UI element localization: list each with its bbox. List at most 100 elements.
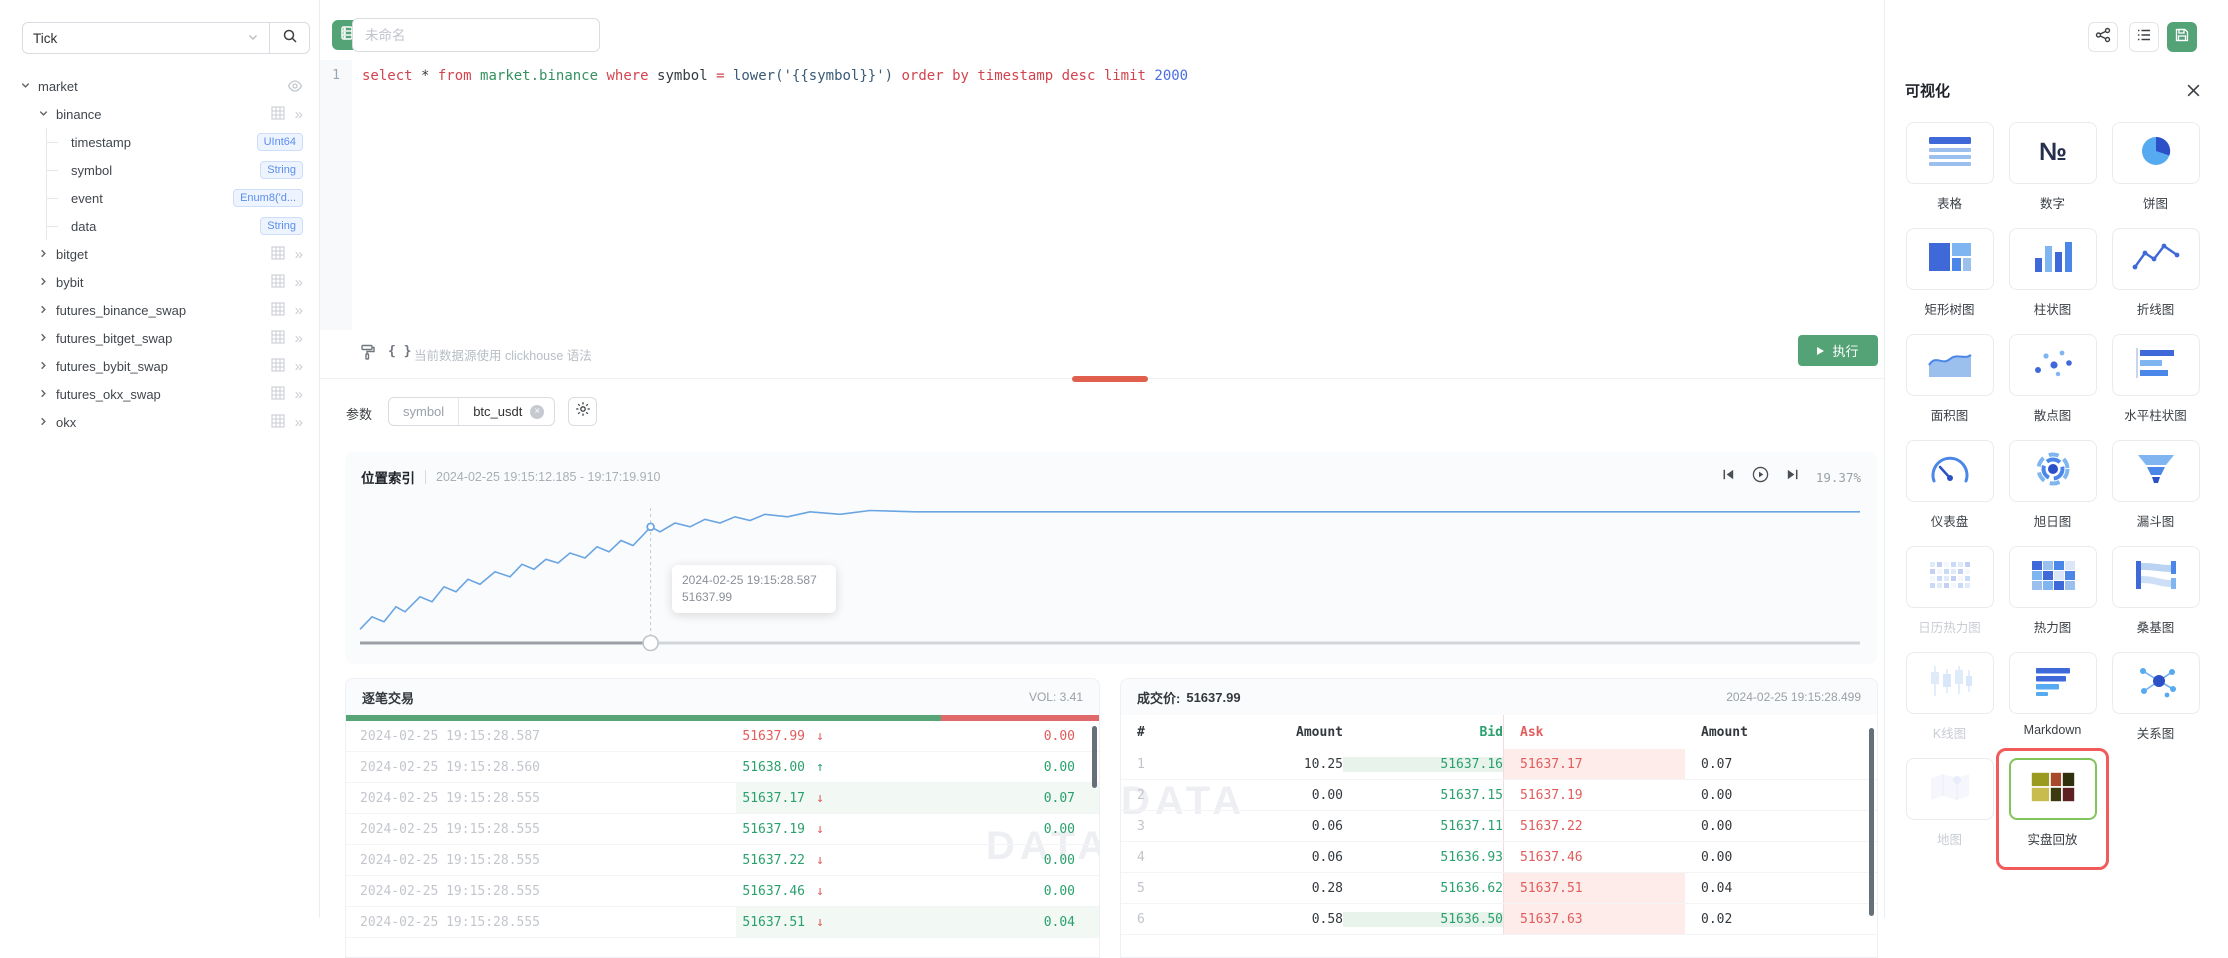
viz-card-funnel[interactable]	[2112, 440, 2200, 502]
clear-icon[interactable]: ×	[530, 405, 544, 419]
query-title-input[interactable]	[352, 18, 600, 52]
resize-handle[interactable]	[1072, 376, 1148, 382]
viz-card-sankey[interactable]	[2112, 546, 2200, 608]
trade-row[interactable]: 2024-02-25 19:15:28.55551637.17↓0.07	[346, 783, 1099, 814]
play-circle-icon[interactable]	[1752, 466, 1769, 488]
viz-item-hbar[interactable]: 水平柱状图	[2104, 330, 2207, 436]
trade-row[interactable]: 2024-02-25 19:15:28.55551637.22↓0.00	[346, 845, 1099, 876]
run-query-button[interactable]: 执行	[1798, 335, 1878, 366]
viz-item-bar[interactable]: 柱状图	[2001, 224, 2104, 330]
table-icon[interactable]	[271, 386, 285, 403]
viz-item-line[interactable]: 折线图	[2104, 224, 2207, 330]
viz-item-pie[interactable]: 饼图	[2104, 118, 2207, 224]
trade-row[interactable]: 2024-02-25 19:15:28.55551637.46↓0.00	[346, 876, 1099, 907]
sidebar-item-binance[interactable]: binance»	[0, 100, 319, 128]
sidebar-item-futures_okx_swap[interactable]: futures_okx_swap»	[0, 380, 319, 408]
sidebar-item-bitget[interactable]: bitget»	[0, 240, 319, 268]
viz-card-replay[interactable]	[2009, 758, 2097, 820]
search-button[interactable]	[269, 23, 309, 53]
viz-item-replay[interactable]: 实盘回放	[2001, 754, 2104, 860]
sidebar-item-okx[interactable]: okx»	[0, 408, 319, 436]
sidebar-item-symbol[interactable]: symbolString	[0, 156, 319, 184]
skip-end-icon[interactable]	[1785, 467, 1800, 487]
table-icon[interactable]	[271, 330, 285, 347]
skip-start-icon[interactable]	[1721, 467, 1736, 487]
viz-item-graph[interactable]: 关系图	[2104, 648, 2207, 754]
viz-card-table[interactable]	[1906, 122, 1994, 184]
orderbook-row[interactable]: 30.0651637.1151637.220.00	[1121, 811, 1877, 842]
table-icon[interactable]	[271, 246, 285, 263]
sidebar-item-data[interactable]: dataString	[0, 212, 319, 240]
viz-item-markdown[interactable]: Markdown	[2001, 648, 2104, 754]
double-chevron-icon[interactable]: »	[295, 331, 303, 346]
braces-icon[interactable]: { }	[388, 344, 411, 359]
sql-editor-line[interactable]: select * from market.binance where symbo…	[362, 68, 1878, 84]
sidebar-item-bybit[interactable]: bybit»	[0, 268, 319, 296]
trades-scrollbar[interactable]	[1092, 726, 1097, 788]
viz-item-sunburst[interactable]: 旭日图	[2001, 436, 2104, 542]
viz-card-heatmap[interactable]	[2009, 546, 2097, 608]
orderbook-row[interactable]: 60.5851636.5051637.630.02	[1121, 904, 1877, 935]
eye-icon[interactable]	[287, 78, 303, 94]
viz-card-number[interactable]: №	[2009, 122, 2097, 184]
viz-card-hbar[interactable]	[2112, 334, 2200, 396]
database-select[interactable]: Tick	[23, 23, 269, 53]
table-icon[interactable]	[271, 274, 285, 291]
viz-item-funnel[interactable]: 漏斗图	[2104, 436, 2207, 542]
sidebar-item-futures_bitget_swap[interactable]: futures_bitget_swap»	[0, 324, 319, 352]
trade-row[interactable]: 2024-02-25 19:15:28.58751637.99↓0.00	[346, 721, 1099, 752]
double-chevron-icon[interactable]: »	[295, 359, 303, 374]
database-search-group: Tick	[22, 22, 310, 54]
double-chevron-icon[interactable]: »	[295, 415, 303, 430]
save-button[interactable]	[2167, 22, 2197, 52]
viz-item-table[interactable]: 表格	[1898, 118, 2001, 224]
sidebar-item-futures_binance_swap[interactable]: futures_binance_swap»	[0, 296, 319, 324]
orderbook-row[interactable]: 50.2851636.6251637.510.04	[1121, 873, 1877, 904]
sidebar-item-futures_bybit_swap[interactable]: futures_bybit_swap»	[0, 352, 319, 380]
viz-item-heatmap[interactable]: 热力图	[2001, 542, 2104, 648]
sidebar-item-event[interactable]: eventEnum8('d...	[0, 184, 319, 212]
viz-item-treemap[interactable]: 矩形树图	[1898, 224, 2001, 330]
param-settings-button[interactable]	[568, 397, 597, 426]
double-chevron-icon[interactable]: »	[295, 107, 303, 122]
table-icon[interactable]	[271, 302, 285, 319]
query-list-button[interactable]	[2129, 22, 2159, 52]
viz-card-markdown[interactable]	[2009, 652, 2097, 714]
sidebar-item-market[interactable]: market	[0, 72, 319, 100]
double-chevron-icon[interactable]: »	[295, 387, 303, 402]
viz-card-gauge[interactable]	[1906, 440, 1994, 502]
share-button[interactable]	[2088, 22, 2118, 52]
viz-item-sankey[interactable]: 桑基图	[2104, 542, 2207, 648]
viz-card-bar[interactable]	[2009, 228, 2097, 290]
scrubber-handle[interactable]	[643, 636, 658, 651]
trade-row[interactable]: 2024-02-25 19:15:28.55551637.19↓0.00	[346, 814, 1099, 845]
viz-card-sunburst[interactable]	[2009, 440, 2097, 502]
viz-card-treemap[interactable]	[1906, 228, 1994, 290]
trade-row[interactable]: 2024-02-25 19:15:28.56051638.00↑0.00	[346, 752, 1099, 783]
viz-item-gauge[interactable]: 仪表盘	[1898, 436, 2001, 542]
double-chevron-icon[interactable]: »	[295, 303, 303, 318]
double-chevron-icon[interactable]: »	[295, 247, 303, 262]
position-index-chart[interactable]	[345, 502, 1877, 664]
viz-card-pie[interactable]	[2112, 122, 2200, 184]
viz-card-area[interactable]	[1906, 334, 1994, 396]
trade-row[interactable]: 2024-02-25 19:15:28.55551637.51↓0.04	[346, 907, 1099, 938]
orderbook-row[interactable]: 20.0051637.1551637.190.00	[1121, 780, 1877, 811]
viz-card-graph[interactable]	[2112, 652, 2200, 714]
viz-card-scatter[interactable]	[2009, 334, 2097, 396]
close-icon[interactable]	[2183, 80, 2203, 100]
viz-card-line[interactable]	[2112, 228, 2200, 290]
param-value-field[interactable]: btc_usdt ×	[459, 398, 554, 425]
orderbook-scrollbar[interactable]	[1869, 728, 1874, 916]
viz-item-number[interactable]: №数字	[2001, 118, 2104, 224]
viz-item-scatter[interactable]: 散点图	[2001, 330, 2104, 436]
table-icon[interactable]	[271, 106, 285, 123]
format-sql-icon[interactable]	[358, 343, 376, 366]
table-icon[interactable]	[271, 414, 285, 431]
orderbook-row[interactable]: 110.2551637.1651637.170.07	[1121, 749, 1877, 780]
sidebar-item-timestamp[interactable]: timestampUInt64	[0, 128, 319, 156]
viz-item-area[interactable]: 面积图	[1898, 330, 2001, 436]
table-icon[interactable]	[271, 358, 285, 375]
double-chevron-icon[interactable]: »	[295, 275, 303, 290]
orderbook-row[interactable]: 40.0651636.9351637.460.00	[1121, 842, 1877, 873]
